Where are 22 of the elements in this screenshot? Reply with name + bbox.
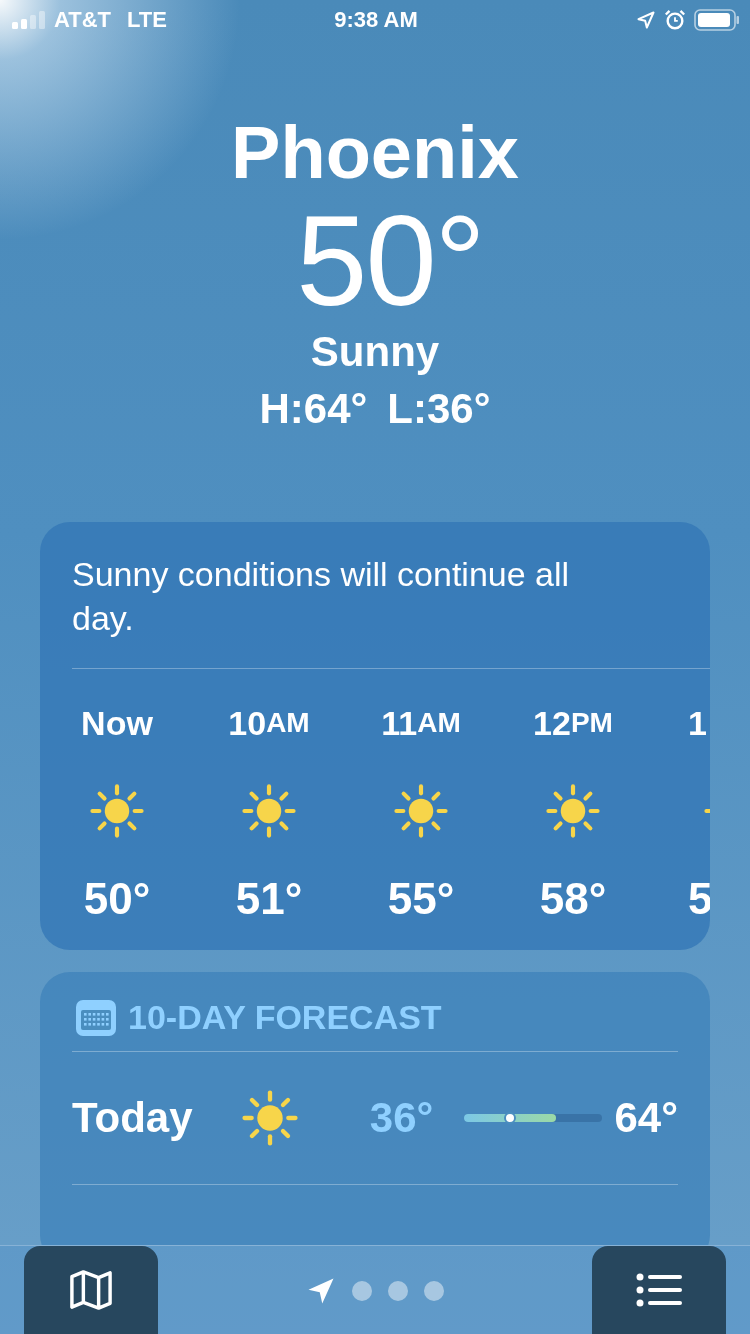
hour-temperature: 55° — [387, 873, 455, 925]
high-temperature: 64° — [614, 1094, 678, 1142]
low-temperature: L:36° — [387, 384, 491, 434]
forecast-summary: Sunny conditions will continue all day. — [71, 554, 571, 639]
city-name: Phoenix — [231, 110, 519, 196]
network-type: LTE — [127, 7, 167, 33]
clock-time: 9:38 AM — [334, 7, 418, 33]
section-title: 10-DAY FORECAST — [128, 998, 442, 1037]
hour-label: 12PM — [533, 702, 613, 744]
current-temperature: 50° — [296, 196, 484, 326]
weather-condition: Sunny — [310, 327, 440, 377]
hour-temperature: 58° — [539, 873, 607, 925]
high-temperature: H:64° — [259, 384, 368, 434]
low-temperature: 36° — [369, 1094, 435, 1142]
hour-label: 10AM — [228, 702, 310, 744]
carrier-name: AT&T — [54, 7, 112, 33]
hour-temperature: 51° — [235, 873, 303, 925]
hour-label: Now — [81, 702, 153, 744]
hour-label: 11AM — [381, 702, 461, 744]
hour-label: 1 — [688, 702, 707, 744]
day-name: Today — [72, 1094, 194, 1142]
hour-temperature: 50° — [83, 873, 151, 925]
